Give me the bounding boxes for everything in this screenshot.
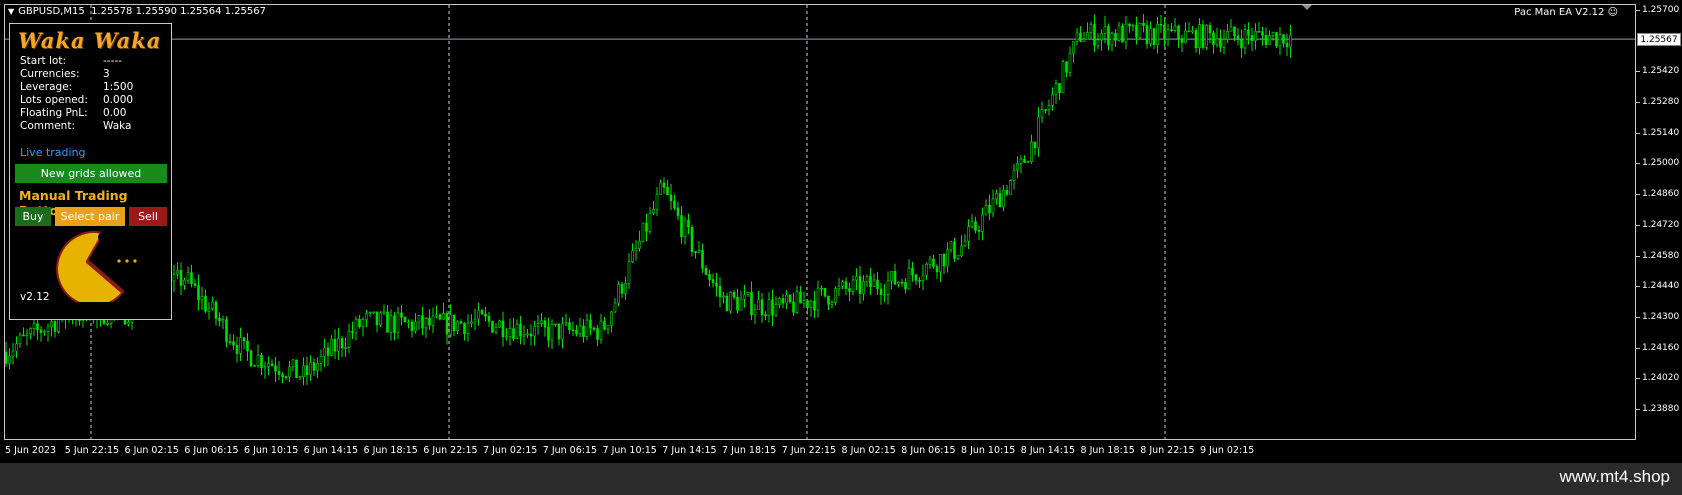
price-axis[interactable]: 1.25700 1.25420 1.25280 1.25140 1.25000 1.248… <box>1636 0 1682 445</box>
time-tick-label: 6 Jun 10:15 <box>244 445 299 456</box>
time-tick-label: 6 Jun 06:15 <box>184 445 239 456</box>
price-tick-label: 1.24580 <box>1642 250 1680 261</box>
ea-name-text: Pac Man EA V2.12 <box>1514 7 1605 18</box>
info-value: 1:500 <box>103 81 134 93</box>
time-tick-label: 9 Jun 02:15 <box>1200 445 1255 456</box>
pacman-icon <box>56 230 137 302</box>
price-tick <box>1636 255 1640 257</box>
info-value: Waka <box>103 120 132 132</box>
brand-watermark: www.mt4.shop <box>1559 467 1670 486</box>
price-tick <box>1636 316 1640 318</box>
info-label: Currencies: <box>20 68 80 80</box>
time-tick-label: 8 Jun 02:15 <box>841 445 896 456</box>
time-tick-label: 6 Jun 22:15 <box>423 445 478 456</box>
time-tick-label: 7 Jun 22:15 <box>781 445 837 456</box>
trading-mode-label: Live trading <box>20 146 86 159</box>
price-tick <box>1636 347 1640 349</box>
price-tick <box>1636 378 1640 380</box>
symbol-menu-icon[interactable]: ▼ <box>8 7 14 16</box>
time-tick-label: 6 Jun 14:15 <box>303 445 359 456</box>
price-tick <box>1636 132 1640 134</box>
info-value: ----- <box>103 55 122 67</box>
footer-bar: www.mt4.shop <box>0 463 1682 495</box>
price-tick-label: 1.24720 <box>1642 219 1680 230</box>
price-tick-label: 1.25420 <box>1642 66 1680 77</box>
time-tick-label: 8 Jun 14:15 <box>1020 445 1076 456</box>
price-tick <box>1636 102 1640 104</box>
time-tick-label: 8 Jun 18:15 <box>1080 445 1135 456</box>
info-value: 0.00 <box>103 107 127 119</box>
plot-border <box>4 4 1636 440</box>
time-tick-label: 7 Jun 14:15 <box>662 445 717 456</box>
info-value: 3 <box>103 68 110 80</box>
price-tick-label: 1.25000 <box>1642 158 1680 169</box>
symbol-label: GBPUSD,M15 <box>18 6 85 17</box>
info-label: Floating PnL: <box>20 107 88 119</box>
time-tick-label: 7 Jun 18:15 <box>722 445 777 456</box>
info-label: Start lot: <box>20 55 66 67</box>
price-tick-label: 1.24160 <box>1642 342 1680 353</box>
symbol-info: ▼ GBPUSD,M15 1.25578 1.25590 1.25564 1.25… <box>8 6 266 17</box>
time-axis[interactable]: 5 Jun 2023 5 Jun 22:15 6 Jun 02:15 6 Jun 06… <box>0 440 1636 462</box>
price-tick-label: 1.24020 <box>1642 373 1680 384</box>
price-tick <box>1636 163 1640 165</box>
info-value: 0.000 <box>103 94 134 106</box>
time-tick-label: 8 Jun 22:15 <box>1140 445 1195 456</box>
time-tick-label: 7 Jun 06:15 <box>542 445 598 456</box>
panel-title: Waka Waka <box>18 28 162 53</box>
time-tick-label: 8 Jun 10:15 <box>961 445 1016 456</box>
ohlc-label: 1.25578 1.25590 1.25564 1.25567 <box>91 6 267 17</box>
price-tick-label: 1.24440 <box>1642 281 1680 292</box>
time-tick-label: 8 Jun 06:15 <box>901 445 956 456</box>
info-label: Leverage: <box>20 81 73 93</box>
price-tick <box>1636 286 1640 288</box>
price-tick-label: 1.25280 <box>1642 97 1680 108</box>
time-tick-label: 6 Jun 18:15 <box>363 445 418 456</box>
ea-panel: Waka Waka Start lot: ----- Currencies: 3 Lev… <box>9 23 172 320</box>
time-tick-label: 7 Jun 10:15 <box>602 445 657 456</box>
price-tick <box>1636 194 1640 196</box>
ea-name-label: Pac Man EA V2.12 ☺ <box>1514 7 1618 18</box>
price-tick-label: 1.24860 <box>1642 189 1680 200</box>
price-tick-label: 1.25140 <box>1642 127 1680 138</box>
chart-window[interactable]: ▼ GBPUSD,M15 1.25578 1.25590 1.25564 1.25… <box>0 0 1682 463</box>
time-tick-label: 5 Jun 2023 <box>5 445 57 456</box>
current-price-label: 1.25567 <box>1637 33 1681 47</box>
price-tick <box>1636 409 1640 410</box>
price-tick <box>1636 71 1640 73</box>
price-tick-label: 1.23880 <box>1642 404 1680 414</box>
smiley-icon: ☺ <box>1607 7 1618 18</box>
info-label: Comment: <box>20 120 75 132</box>
version-label: v2.12 <box>20 291 50 303</box>
price-tick-label: 1.24300 <box>1642 311 1680 322</box>
new-grids-button[interactable]: New grids allowed <box>15 164 167 183</box>
info-label: Lots opened: <box>20 94 88 106</box>
time-tick-label: 6 Jun 02:15 <box>124 445 179 456</box>
time-tick-label: 5 Jun 22:15 <box>64 445 120 456</box>
price-tick-label: 1.25700 <box>1642 5 1680 15</box>
price-tick <box>1636 224 1640 226</box>
time-tick-label: 7 Jun 02:15 <box>483 445 538 456</box>
price-tick <box>1636 10 1640 11</box>
